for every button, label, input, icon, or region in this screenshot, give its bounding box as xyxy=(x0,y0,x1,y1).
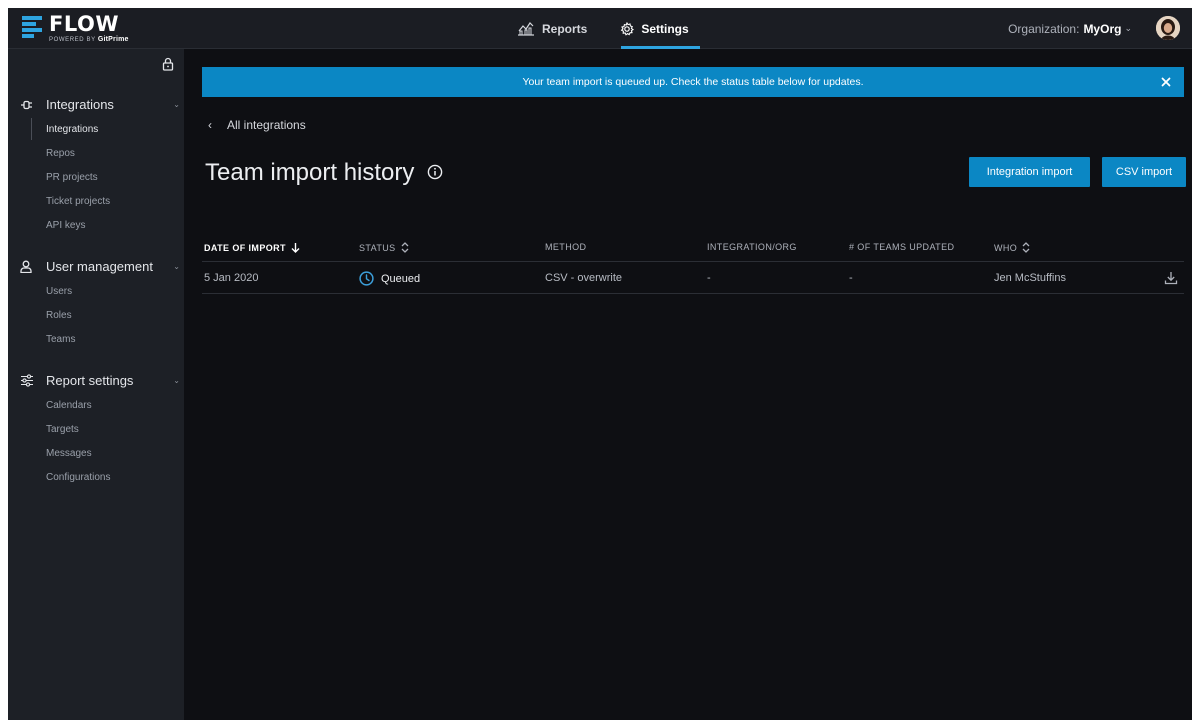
sidebar-section-integrations[interactable]: Integrations ⌄ xyxy=(20,97,180,112)
sidebar-item-pr-projects[interactable]: PR projects xyxy=(46,172,98,183)
user-icon xyxy=(20,260,38,273)
sort-icon xyxy=(401,242,409,253)
section-title: Report settings xyxy=(46,373,134,388)
integration-import-button[interactable]: Integration import xyxy=(969,157,1090,187)
sort-descending-icon xyxy=(291,243,300,253)
nav-settings-label: Settings xyxy=(641,21,689,36)
sidebar-item-configurations[interactable]: Configurations xyxy=(46,472,110,483)
back-link[interactable]: ‹ All integrations xyxy=(208,118,306,132)
section-title: Integrations xyxy=(46,97,114,112)
chevron-down-icon: ⌄ xyxy=(173,100,180,109)
section-title: User management xyxy=(46,259,153,274)
column-header-integration: INTEGRATION/ORG xyxy=(707,242,797,252)
close-icon[interactable] xyxy=(1158,74,1174,90)
plug-icon xyxy=(20,100,38,110)
chevron-down-icon: ⌄ xyxy=(173,376,180,385)
status-label: Queued xyxy=(381,272,421,285)
flow-logo-icon xyxy=(22,14,42,40)
page-title-text: Team import history xyxy=(205,159,415,186)
page-title: Team import history xyxy=(205,159,443,187)
banner-message: Your team import is queued up. Check the… xyxy=(522,76,864,88)
sidebar-item-messages[interactable]: Messages xyxy=(46,448,92,459)
chevron-down-icon: ⌄ xyxy=(1124,23,1132,33)
chevron-down-icon: ⌄ xyxy=(173,262,180,271)
sidebar: Integrations ⌄ Integrations Repos PR pro… xyxy=(8,49,184,720)
nav-reports-label: Reports xyxy=(542,21,588,36)
cell-teams-updated: - xyxy=(849,272,853,284)
sort-icon xyxy=(1022,242,1030,253)
sidebar-item-api-keys[interactable]: API keys xyxy=(46,220,85,231)
sidebar-section-report-settings[interactable]: Report settings ⌄ xyxy=(20,373,180,388)
table-row: 5 Jan 2020 Queued CSV - overwrite - - Je… xyxy=(202,262,1184,294)
csv-import-button[interactable]: CSV import xyxy=(1102,157,1186,187)
main-nav: Reports Settings xyxy=(506,8,701,49)
logo-powered-by: POWERED BY xyxy=(49,37,96,43)
cell-method: CSV - overwrite xyxy=(545,272,623,284)
column-header-teams-updated: # OF TEAMS UPDATED xyxy=(849,242,955,252)
logo-wordmark: FLOW xyxy=(49,12,119,36)
org-prefix: Organization: xyxy=(1008,21,1080,36)
top-bar: FLOW POWERED BY GitPrime Reports Setting… xyxy=(8,8,1192,49)
lock-icon[interactable] xyxy=(162,57,174,76)
logo-tagline: POWERED BY GitPrime xyxy=(49,36,129,43)
nav-reports[interactable]: Reports xyxy=(506,8,598,49)
organization-selector[interactable]: Organization: MyOrg ⌄ xyxy=(1008,8,1132,49)
column-header-label: STATUS xyxy=(359,242,396,253)
sidebar-item-repos[interactable]: Repos xyxy=(46,148,75,159)
chevron-left-icon: ‹ xyxy=(208,118,212,132)
sidebar-item-roles[interactable]: Roles xyxy=(46,310,72,321)
sidebar-item-teams[interactable]: Teams xyxy=(46,334,75,345)
gear-icon xyxy=(621,21,635,36)
column-header-who[interactable]: WHO xyxy=(994,242,1030,253)
table-header-row: DATE OF IMPORT STATUS METHOD INTEGRATION… xyxy=(202,234,1184,262)
avatar-image xyxy=(1156,16,1180,40)
column-header-date[interactable]: DATE OF IMPORT xyxy=(204,242,300,253)
import-history-table: DATE OF IMPORT STATUS METHOD INTEGRATION… xyxy=(202,234,1184,294)
sidebar-item-targets[interactable]: Targets xyxy=(46,424,79,435)
download-icon[interactable] xyxy=(1164,271,1178,290)
sidebar-item-users[interactable]: Users xyxy=(46,286,72,297)
nav-settings[interactable]: Settings xyxy=(609,8,701,49)
active-item-indicator xyxy=(31,118,32,140)
notification-banner: Your team import is queued up. Check the… xyxy=(202,67,1184,97)
cell-who: Jen McStuffins xyxy=(994,272,1066,284)
clock-icon xyxy=(359,271,374,286)
flow-logo[interactable]: FLOW POWERED BY GitPrime xyxy=(22,14,129,44)
cell-date: 5 Jan 2020 xyxy=(204,272,259,284)
column-header-label: DATE OF IMPORT xyxy=(204,242,286,253)
org-name: MyOrg xyxy=(1083,21,1122,36)
sidebar-item-integrations[interactable]: Integrations xyxy=(46,124,98,135)
bar-chart-icon xyxy=(518,21,534,36)
sliders-icon xyxy=(20,374,38,387)
cell-integration: - xyxy=(707,272,711,284)
cell-status: Queued xyxy=(359,271,420,286)
column-header-method: METHOD xyxy=(545,242,587,252)
sidebar-item-ticket-projects[interactable]: Ticket projects xyxy=(46,196,110,207)
app-window: FLOW POWERED BY GitPrime Reports Setting… xyxy=(8,8,1192,720)
column-header-status[interactable]: STATUS xyxy=(359,242,409,253)
sidebar-section-user-management[interactable]: User management ⌄ xyxy=(20,259,180,274)
back-link-label: All integrations xyxy=(227,118,306,132)
logo-brand: GitPrime xyxy=(97,36,129,43)
user-avatar[interactable] xyxy=(1156,16,1180,40)
info-icon[interactable] xyxy=(427,159,443,187)
column-header-label: WHO xyxy=(994,242,1018,253)
sidebar-item-calendars[interactable]: Calendars xyxy=(46,400,92,411)
